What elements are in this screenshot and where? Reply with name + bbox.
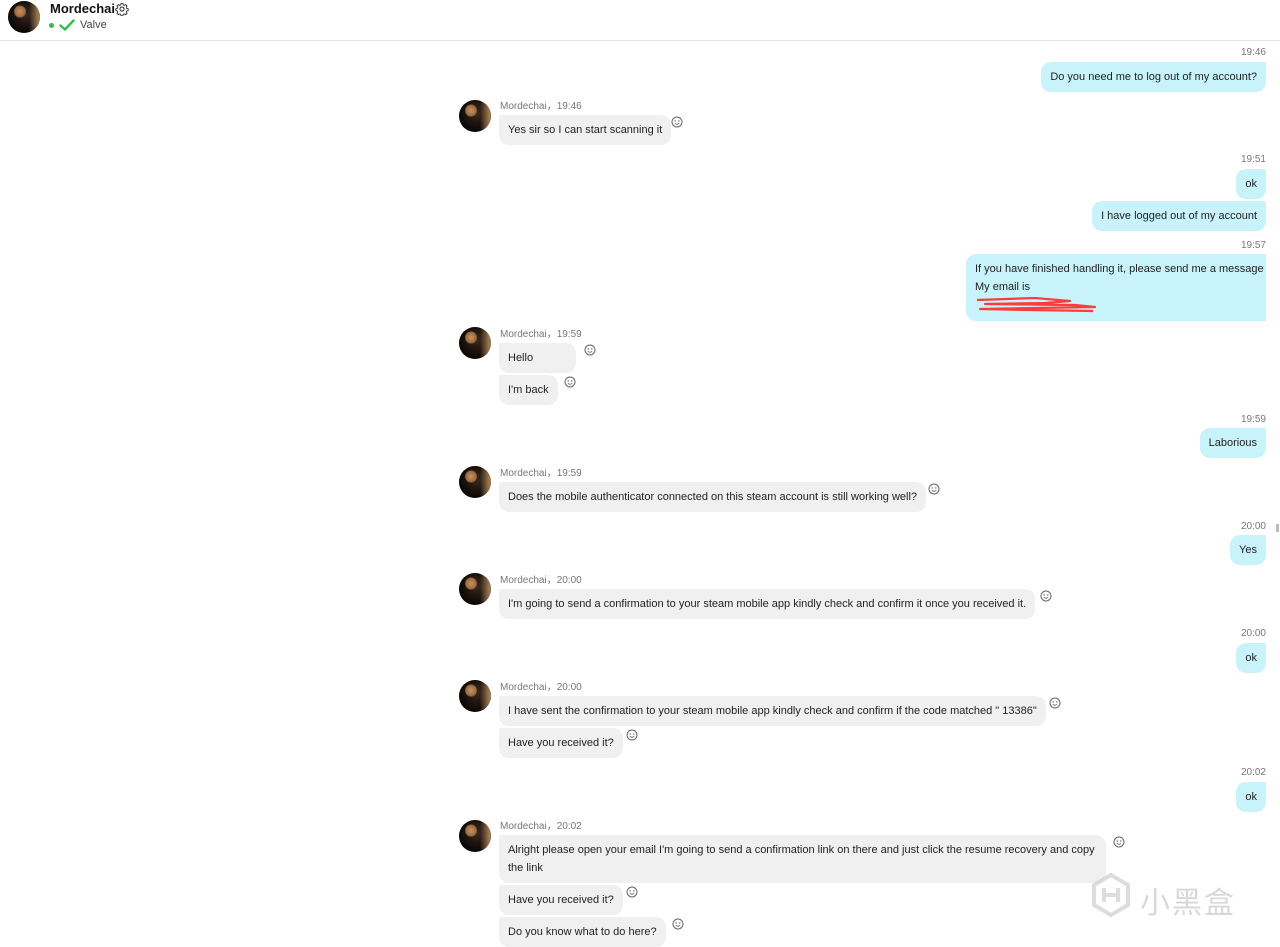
message-meta: Mordechai，19:59 — [500, 329, 582, 340]
emoji-reaction-icon[interactable] — [672, 918, 684, 930]
emoji-reaction-icon[interactable] — [626, 886, 638, 898]
sender-avatar[interactable] — [459, 466, 491, 498]
emoji-reaction-icon[interactable] — [1049, 697, 1061, 709]
outgoing-message[interactable]: ok — [1236, 782, 1266, 812]
message-timestamp: 20:00 — [1240, 628, 1266, 639]
message-timestamp: 20:02 — [1240, 767, 1266, 778]
outgoing-message[interactable]: If you have finished handling it, please… — [966, 254, 1266, 321]
verified-check-icon — [59, 19, 75, 31]
message-line: My email is — [975, 281, 1031, 293]
online-dot-icon — [49, 22, 54, 28]
emoji-reaction-icon[interactable] — [626, 729, 638, 741]
incoming-message[interactable]: I'm going to send a confirmation to your… — [499, 589, 1036, 619]
contact-avatar[interactable] — [8, 1, 40, 33]
incoming-message[interactable]: Does the mobile authenticator connected … — [499, 482, 927, 512]
gear-icon[interactable] — [115, 2, 129, 16]
sender-avatar[interactable] — [459, 680, 491, 712]
contact-name[interactable]: Mordechai — [50, 1, 115, 17]
emoji-reaction-icon[interactable] — [671, 116, 683, 128]
scrollbar-marker[interactable] — [1276, 524, 1279, 532]
message-timestamp: 19:46 — [1240, 47, 1266, 58]
watermark: 小黑盒 — [1088, 864, 1248, 924]
incoming-message[interactable]: I have sent the confirmation to your ste… — [499, 696, 1046, 726]
message-meta: Mordechai，20:02 — [500, 821, 582, 832]
message-timestamp: 19:51 — [1240, 154, 1266, 165]
message-timestamp: 20:00 — [1240, 521, 1266, 532]
message-timestamp: 19:59 — [1240, 414, 1266, 425]
incoming-message[interactable]: Have you received it? — [499, 885, 623, 915]
emoji-reaction-icon[interactable] — [928, 483, 940, 495]
incoming-message[interactable]: Do you know what to do here? — [499, 917, 666, 947]
message-meta: Mordechai，20:00 — [500, 575, 582, 586]
outgoing-message[interactable]: ok — [1236, 643, 1266, 673]
contact-org: Valve — [80, 19, 107, 31]
sender-avatar[interactable] — [459, 573, 491, 605]
sender-avatar[interactable] — [459, 820, 491, 852]
message-meta: Mordechai，19:46 — [500, 101, 582, 112]
message-meta: Mordechai，19:59 — [500, 468, 582, 479]
watermark-text: 小黑盒 — [1140, 887, 1236, 920]
contact-status: Valve — [49, 18, 107, 32]
incoming-message[interactable]: Have you received it? — [499, 728, 623, 758]
watermark-logo-icon — [1092, 872, 1130, 918]
emoji-reaction-icon[interactable] — [1113, 836, 1125, 848]
emoji-reaction-icon[interactable] — [1040, 590, 1052, 602]
message-meta: Mordechai，20:00 — [500, 682, 582, 693]
message-timestamp: 19:57 — [1240, 240, 1266, 251]
sender-avatar[interactable] — [459, 100, 491, 132]
chat-header: Mordechai Valve — [0, 0, 1280, 41]
message-line: If you have finished handling it, please… — [975, 263, 1264, 275]
incoming-message[interactable]: I'm back — [499, 375, 558, 405]
emoji-reaction-icon[interactable] — [584, 344, 596, 356]
outgoing-message[interactable]: Do you need me to log out of my account? — [1041, 62, 1266, 92]
outgoing-message[interactable]: Laborious — [1199, 428, 1266, 458]
incoming-message[interactable]: Yes sir so I can start scanning it — [499, 115, 672, 145]
sender-avatar[interactable] — [459, 327, 491, 359]
emoji-reaction-icon[interactable] — [564, 376, 576, 388]
outgoing-message[interactable]: ok — [1236, 169, 1266, 199]
incoming-message[interactable]: Alright please open your email I'm going… — [499, 835, 1106, 883]
outgoing-message[interactable]: I have logged out of my account — [1092, 201, 1266, 231]
redaction-scribble — [976, 297, 1097, 313]
incoming-message[interactable]: Hello — [499, 343, 576, 373]
outgoing-message[interactable]: Yes — [1230, 535, 1266, 565]
